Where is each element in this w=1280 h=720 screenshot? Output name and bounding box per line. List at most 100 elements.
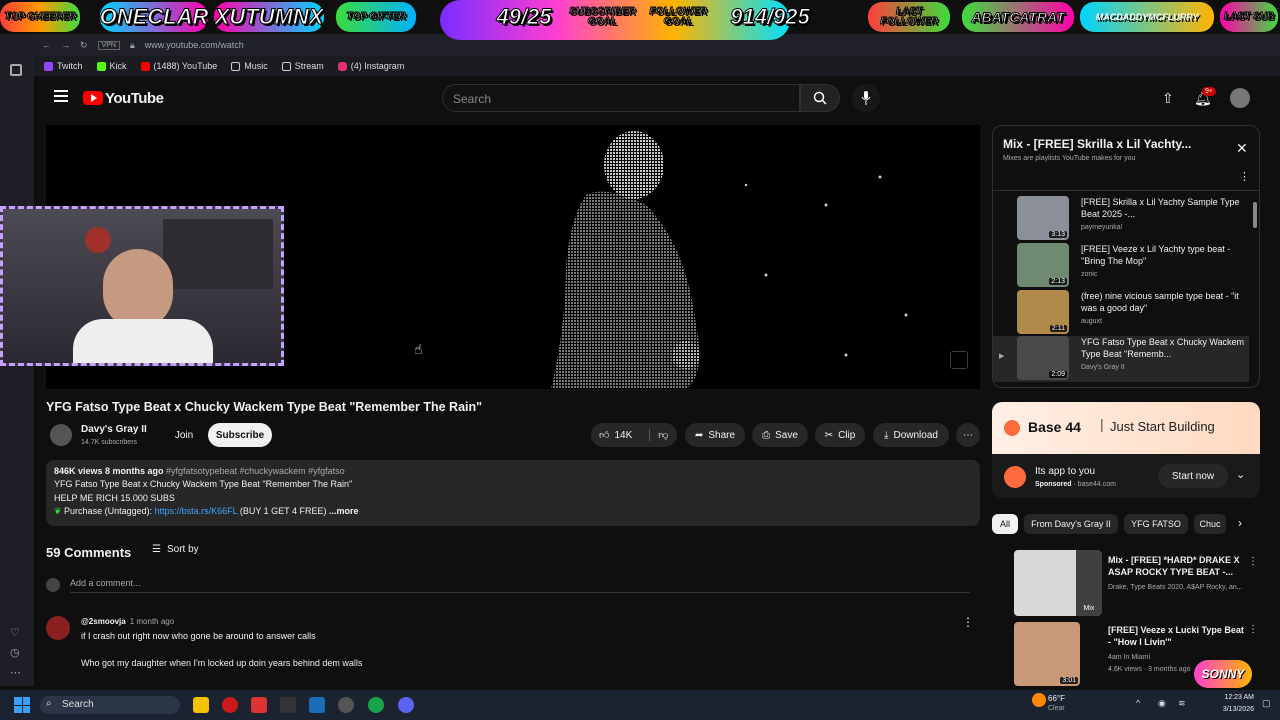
chip-from-channel[interactable]: From Davy's Gray II (1024, 514, 1118, 534)
close-icon[interactable]: ✕ (1236, 140, 1248, 157)
channel-avatar[interactable] (50, 424, 72, 446)
bookmark-kick[interactable]: Kick (96, 61, 127, 71)
url-text[interactable]: www.youtube.com/watch (145, 40, 244, 50)
channel-watermark-icon[interactable] (950, 351, 968, 369)
channel-name[interactable]: Davy's Gray II (81, 424, 147, 435)
network-icon[interactable]: ◉ (1158, 698, 1166, 709)
youtube-logo-icon[interactable] (83, 91, 103, 105)
opera-icon[interactable] (222, 697, 238, 713)
playlist-options-icon[interactable]: ⋮ (1239, 170, 1250, 183)
video-thumbnail[interactable]: 3:13 (1017, 196, 1069, 240)
sort-button[interactable]: ☰ Sort by (152, 544, 199, 555)
search-input[interactable]: Search (442, 84, 800, 112)
chip-yfg-fatso[interactable]: YFG FATSO (1124, 514, 1188, 534)
menu-icon[interactable] (54, 90, 68, 102)
file-explorer-icon[interactable] (193, 697, 209, 713)
windows-start-icon[interactable] (14, 697, 30, 713)
weather-temp[interactable]: 66°F (1048, 694, 1065, 703)
playlist-title[interactable]: Mix - [FREE] Skrilla x Lil Yachty... (1003, 137, 1223, 151)
clock-date[interactable]: 3/13/2026 (1210, 706, 1254, 713)
forward-icon[interactable]: → (61, 40, 70, 50)
save-button[interactable]: ⎙ Save (752, 423, 808, 447)
youtube-logo-text[interactable]: YouTube (105, 90, 164, 107)
back-icon[interactable]: ← (42, 40, 51, 50)
voice-search-button[interactable] (852, 84, 880, 112)
search-button[interactable] (800, 84, 840, 112)
playlist-item-title[interactable]: YFG Fatso Type Beat x Chucky Wackem Type… (1081, 336, 1249, 360)
related-title[interactable]: Mix - [FREE] *HARD* DRAKE X ASAP ROCKY T… (1108, 554, 1248, 578)
tray-chevron-icon[interactable]: ^ (1136, 698, 1140, 708)
chevron-down-icon[interactable]: ⌄ (1236, 468, 1245, 481)
video-thumbnail[interactable]: 2:13 (1017, 243, 1069, 287)
bookmark-stream[interactable]: Stream (281, 61, 324, 71)
discord-icon[interactable] (398, 697, 414, 713)
heart-icon[interactable]: ♡ (10, 626, 20, 639)
playlist-item-channel[interactable]: Davy's Gray II (1081, 364, 1125, 371)
upload-icon[interactable]: ⇧ (1162, 90, 1174, 107)
bookmark-music[interactable]: Music (231, 61, 268, 71)
app-icon[interactable] (251, 697, 267, 713)
sponsored-ad[interactable]: Base 44 | Just Start Building Its app to… (992, 402, 1260, 498)
scrollbar[interactable] (1253, 202, 1257, 228)
download-button[interactable]: ⤓ Download (873, 423, 949, 447)
bookmark-twitch[interactable]: Twitch (44, 61, 83, 71)
video-thumbnail[interactable]: 2:11 (1017, 290, 1069, 334)
hashtags[interactable]: #yfgfatsotypebeat #chuckywackem #yfgfats… (164, 466, 345, 476)
more-link[interactable]: ...more (329, 506, 359, 516)
purchase-link[interactable]: https://bsta.rs/K66FL (155, 506, 238, 516)
playlist-item-title[interactable]: [FREE] Skrilla x Lil Yachty Sample Type … (1081, 196, 1249, 220)
playlist-item-channel[interactable]: auguxt (1081, 318, 1102, 325)
playlist-item[interactable]: 2:13 [FREE] Veeze x Lil Yachty type beat… (1001, 243, 1247, 289)
comment-time[interactable]: 1 month ago (130, 617, 174, 626)
add-comment-input[interactable]: Add a comment... (70, 578, 970, 593)
chevron-right-icon[interactable]: › (1238, 516, 1242, 530)
wifi-icon[interactable]: ≋ (1178, 698, 1186, 709)
clip-button[interactable]: ✂ Clip (815, 423, 865, 447)
join-button[interactable]: Join (170, 423, 198, 447)
more-icon[interactable]: ⋯ (10, 666, 21, 679)
taskbar-search[interactable]: Search (40, 696, 180, 714)
subscribe-button[interactable]: Subscribe (208, 423, 272, 447)
related-meta[interactable]: Drake, Type Beats 2020, A$AP Rocky, an..… (1108, 584, 1254, 591)
related-options-icon[interactable]: ⋮ (1248, 556, 1258, 567)
like-icon[interactable]: 👍︎ (599, 429, 609, 441)
related-channel[interactable]: 4am In Miami (1108, 654, 1150, 661)
avatar[interactable] (1230, 88, 1250, 108)
playlist-item-title[interactable]: (free) nine vicious sample type beat - "… (1081, 290, 1249, 314)
playlist-item-channel[interactable]: paymeyunka! (1081, 224, 1123, 231)
steam-icon[interactable] (309, 697, 325, 713)
related-title[interactable]: [FREE] Veeze x Lucki Type Beat - "How I … (1108, 624, 1248, 648)
more-actions-button[interactable]: ⋯ (956, 423, 980, 447)
chip-all[interactable]: All (992, 514, 1018, 534)
bookmark-instagram[interactable]: (4) Instagram (337, 61, 404, 71)
related-options-icon[interactable]: ⋮ (1248, 624, 1258, 635)
like-count[interactable]: 14K (614, 430, 632, 441)
playlist-item-title[interactable]: [FREE] Veeze x Lil Yachty type beat - "B… (1081, 243, 1249, 267)
xbox-icon[interactable] (368, 697, 384, 713)
epic-games-icon[interactable] (280, 697, 296, 713)
commenter-avatar[interactable] (46, 616, 70, 640)
share-button[interactable]: ➦ Share (685, 423, 745, 447)
vpn-badge[interactable]: VPN (97, 40, 120, 50)
related-thumbnail[interactable]: 3:01 (1014, 622, 1080, 686)
related-thumbnail[interactable]: Mix (1014, 550, 1102, 616)
playlist-item-current[interactable]: ▶ 2:09 YFG Fatso Type Beat x Chucky Wack… (993, 336, 1249, 382)
star-icon[interactable] (10, 64, 22, 76)
playlist-item-channel[interactable]: zonic (1081, 271, 1097, 278)
comment-author[interactable]: @2smoovja (81, 617, 126, 626)
history-icon[interactable]: ◷ (10, 646, 20, 659)
description-box[interactable]: 846K views 8 months ago #yfgfatsotypebea… (46, 460, 980, 526)
video-thumbnail[interactable]: 2:09 (1017, 336, 1069, 380)
clock-time[interactable]: 12:23 AM (1214, 694, 1254, 701)
bookmark-youtube[interactable]: (1488) YouTube (140, 61, 217, 71)
weather-desc[interactable]: Clear (1048, 705, 1065, 712)
reload-icon[interactable]: ↻ (80, 40, 88, 51)
playlist-item[interactable]: 2:11 (free) nine vicious sample type bea… (1001, 290, 1247, 336)
playlist-item[interactable]: 3:13 [FREE] Skrilla x Lil Yachty Sample … (1001, 196, 1247, 242)
start-now-button[interactable]: Start now (1158, 464, 1228, 488)
notification-center-icon[interactable]: ▢ (1262, 698, 1271, 709)
obs-icon[interactable] (338, 697, 354, 713)
dislike-icon[interactable]: 👎︎ (649, 429, 668, 441)
comment-options-icon[interactable]: ⋮ (962, 615, 974, 629)
chip-chucky[interactable]: Chuc (1194, 514, 1226, 534)
